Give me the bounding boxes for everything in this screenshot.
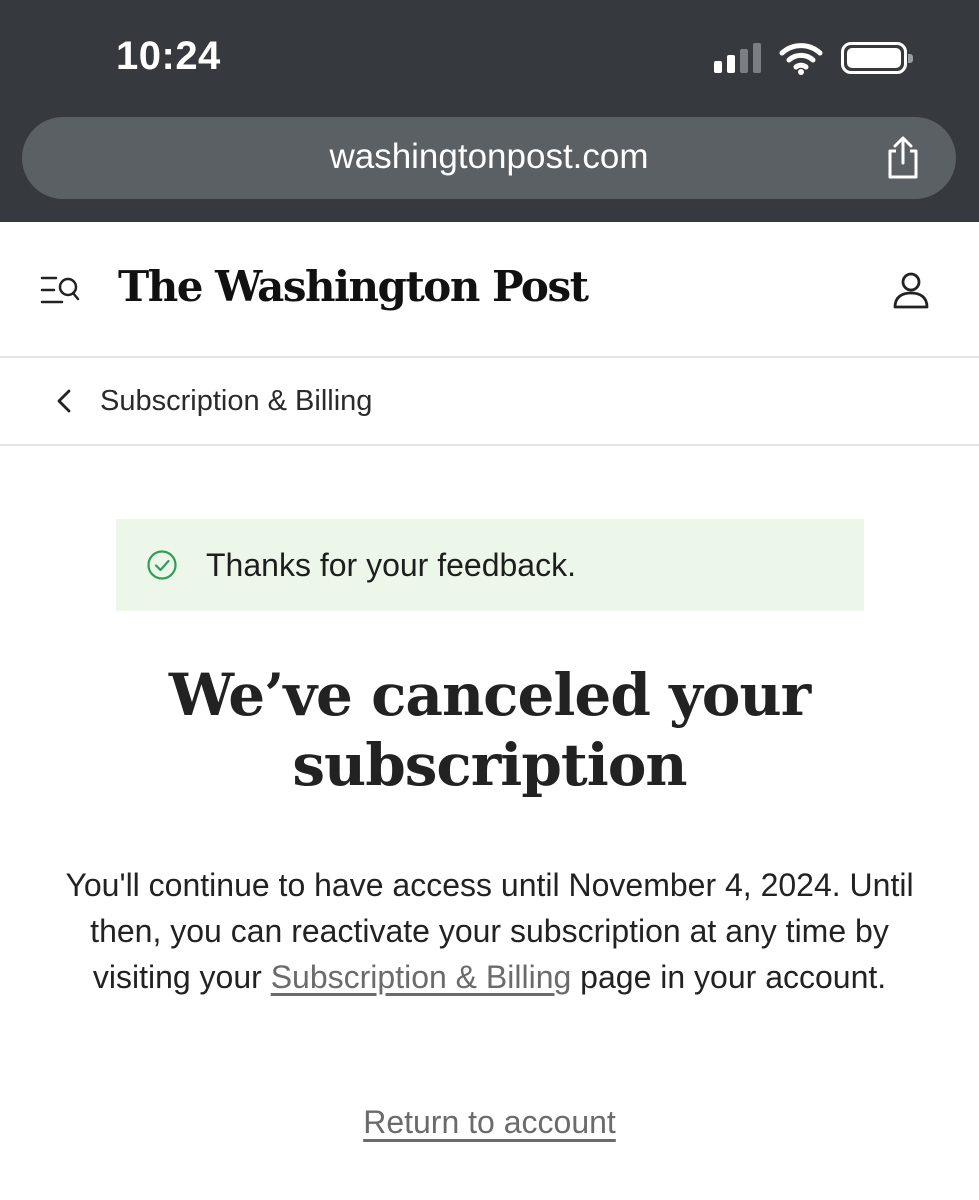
success-alert: Thanks for your feedback. xyxy=(116,519,864,611)
browser-chrome: 10:24 washingtonpost.com xyxy=(0,0,979,222)
check-circle-icon xyxy=(147,550,177,580)
breadcrumb[interactable]: Subscription & Billing xyxy=(0,358,979,446)
share-icon[interactable] xyxy=(882,135,924,181)
subscription-billing-link[interactable]: Subscription & Billing xyxy=(271,959,572,995)
status-time: 10:24 xyxy=(116,34,221,78)
return-to-account-link[interactable]: Return to account xyxy=(0,1104,979,1141)
alert-message: Thanks for your feedback. xyxy=(206,546,576,583)
url-text: washingtonpost.com xyxy=(329,137,649,176)
wifi-icon xyxy=(779,43,823,75)
menu-search-icon[interactable] xyxy=(40,272,80,308)
cancellation-message: You'll continue to have access until Nov… xyxy=(40,862,939,1000)
page-title-line2: subscription xyxy=(292,731,687,799)
site-header: The Washington Post xyxy=(0,222,979,358)
address-bar[interactable]: washingtonpost.com xyxy=(22,117,956,199)
page-title-line1: We’ve canceled your xyxy=(168,661,811,729)
status-icons xyxy=(714,40,913,76)
account-icon[interactable] xyxy=(891,270,931,310)
message-text-part2: page in your account. xyxy=(571,959,887,995)
breadcrumb-label: Subscription & Billing xyxy=(100,384,373,417)
chevron-left-icon[interactable] xyxy=(54,387,74,415)
cellular-signal-icon xyxy=(714,43,761,73)
brand-logo[interactable]: The Washington Post xyxy=(118,262,589,311)
battery-icon xyxy=(841,42,913,74)
page-title: We’ve canceled your subscription xyxy=(60,660,919,800)
